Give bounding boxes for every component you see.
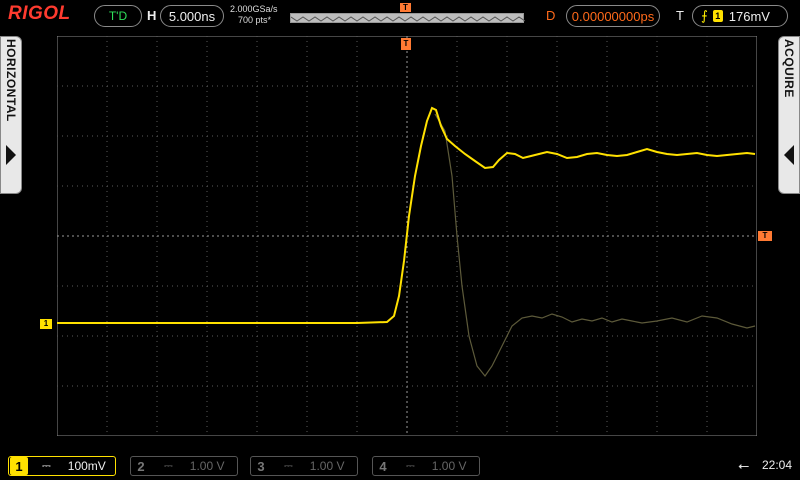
acquire-tab-label: ACQUIRE <box>782 39 796 98</box>
trigger-level-marker[interactable]: T <box>758 231 772 241</box>
trigger-settings[interactable]: ⨍ 1 176mV <box>692 5 788 27</box>
run-status-badge[interactable]: T'D <box>94 5 142 27</box>
dc-coupling-icon: ⎓ <box>42 459 51 472</box>
ch4-scale: 1.00 V <box>431 459 467 473</box>
ch1-number: 1 <box>10 457 28 475</box>
brand-logo: RIGOL <box>8 3 71 24</box>
ch1-offset-marker[interactable]: 1 <box>40 319 52 329</box>
waveform-display[interactable] <box>57 36 757 436</box>
ch4-number: 4 <box>379 458 387 474</box>
horizontal-menu-tab[interactable]: HORIZONTAL <box>0 36 22 194</box>
top-status-bar: RIGOL T'D H 5.000ns 2.000GSa/s 700 pts* … <box>0 0 800 32</box>
system-clock: 22:04 <box>762 458 793 472</box>
horizontal-tab-label: HORIZONTAL <box>4 39 18 122</box>
rising-edge-icon: ⨍ <box>701 8 708 23</box>
dc-coupling-icon: ⎓ <box>284 459 293 472</box>
sample-info: 2.000GSa/s 700 pts* <box>230 4 278 26</box>
dc-coupling-icon: ⎓ <box>406 459 415 472</box>
channel-bar: 1 ⎓ 100mV 2 ⎓ 1.00 V 3 ⎓ 1.00 V 4 ⎓ 1.00… <box>0 452 800 480</box>
trigger-source-badge: 1 <box>712 10 723 22</box>
dc-coupling-icon: ⎓ <box>164 459 173 472</box>
trigger-level: 176mV <box>728 8 770 24</box>
trigger-time-marker[interactable]: T <box>401 38 411 50</box>
ch3-scale: 1.00 V <box>309 459 345 473</box>
delay-label: D <box>546 8 556 23</box>
ch1-scale: 100mV <box>67 459 106 473</box>
memory-depth: 700 pts* <box>238 15 272 25</box>
ch1-setting[interactable]: 1 ⎓ 100mV <box>8 456 116 476</box>
delay-value[interactable]: 0.00000000ps <box>566 5 660 27</box>
ch2-scale: 1.00 V <box>189 459 225 473</box>
sample-rate: 2.000GSa/s <box>230 4 278 14</box>
ch2-setting[interactable]: 2 ⎓ 1.00 V <box>130 456 238 476</box>
trigger-label: T <box>676 8 684 23</box>
ch2-number: 2 <box>137 458 145 474</box>
horizontal-label: H <box>147 8 157 23</box>
memory-waveform-icon <box>291 16 525 22</box>
ch4-setting[interactable]: 4 ⎓ 1.00 V <box>372 456 480 476</box>
trigger-position-top-marker: T <box>400 3 411 12</box>
ch3-number: 3 <box>257 458 265 474</box>
memory-overview-strip[interactable] <box>290 13 525 23</box>
ch3-setting[interactable]: 3 ⎓ 1.00 V <box>250 456 358 476</box>
timebase-value[interactable]: 5.000ns <box>160 5 224 27</box>
usb-icon: ⭠ <box>738 457 750 473</box>
acquire-menu-tab[interactable]: ACQUIRE <box>778 36 800 194</box>
